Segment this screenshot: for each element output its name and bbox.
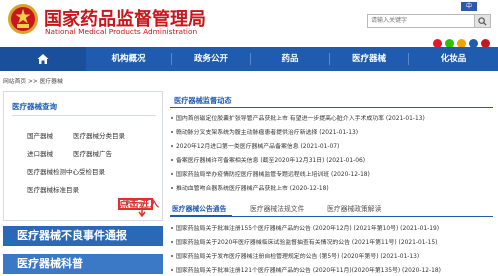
link-device-ads[interactable]: 医疗器械广告 xyxy=(73,148,112,158)
search-icon xyxy=(478,17,487,26)
search-button[interactable] xyxy=(475,14,491,28)
list-item[interactable]: 国内首创磁定位胶囊扩张导管产品获批上市 有望进一步提高心脏介入手术成功率 (20… xyxy=(170,113,493,123)
list-item[interactable]: 国家药监局关于批准注册121个医疗器械产品的公告 (2020年11月)(2020… xyxy=(170,265,493,275)
search-input[interactable]: 请输入关键字 xyxy=(367,14,475,28)
breadcrumb[interactable]: 网站首页 >> 医疗器械 xyxy=(3,76,63,85)
nav-item-about[interactable]: 机构概况 xyxy=(86,47,171,71)
site-header: 国家药品监督管理局 National Medical Products Admi… xyxy=(0,0,498,48)
science-banner[interactable]: 医疗器械科普 xyxy=(3,254,163,274)
site-subtitle: National Medical Products Administration xyxy=(45,27,198,36)
list-item[interactable]: 赣动脉分叉支架系统为腹主动脉瘤患者提供治疗新选择 (2021-01-13) xyxy=(170,127,493,137)
notice-tabs: 医疗器械公告通告 医疗器械法规文件 医疗器械政策解读 xyxy=(170,202,493,217)
nav-home[interactable] xyxy=(0,47,86,71)
list-item[interactable]: 国家药监局关于批准注册155个医疗器械产品的公告 (2020年12月) (202… xyxy=(170,223,493,233)
list-item[interactable]: 2020年12月进口第一类医疗器械产品备案信息 (2021-01-07) xyxy=(170,141,493,151)
tab-regulations[interactable]: 医疗器械法规文件 xyxy=(250,202,304,216)
link-standards-catalog[interactable]: 医疗器械标准目录 xyxy=(27,184,79,194)
link-domestic-devices[interactable]: 国产器械 xyxy=(27,130,53,140)
link-device-classification[interactable]: 医疗器械分类目录 xyxy=(73,130,125,140)
home-icon xyxy=(37,54,49,64)
arrow-down-icon xyxy=(138,207,146,217)
national-emblem-icon xyxy=(8,4,38,34)
social-share-bar xyxy=(433,33,493,48)
adverse-event-banner[interactable]: 医疗器械不良事件通报 xyxy=(3,226,163,246)
list-item[interactable]: 国家药监局关于发布医疗器械注册自检管理规定的公告 (第5号) (2020年第号)… xyxy=(170,251,493,261)
active-tab-indicator xyxy=(170,215,232,217)
dynamics-divider xyxy=(170,107,493,108)
list-item[interactable]: 推动血管吻合器系统医疗器械产品获批上市 (2020-12-18) xyxy=(170,183,493,193)
sidebar: 医疗器械查询 国产器械 医疗器械分类目录 进口器械 医疗器械广告 医疗器械检测中… xyxy=(3,91,163,276)
tab-policy-interpretation[interactable]: 医疗器械政策解读 xyxy=(327,202,381,216)
panel-divider xyxy=(12,115,156,116)
link-testing-center[interactable]: 医疗器械检测中心受检目录 xyxy=(27,166,105,176)
main-content: 医疗器械监督动态 国内首创磁定位胶囊扩张导管产品获批上市 有望进一步提高心脏介入… xyxy=(170,91,493,276)
nav-item-devices[interactable]: 医疗器械 xyxy=(330,47,408,71)
link-imported-devices[interactable]: 进口器械 xyxy=(27,148,53,158)
tab-notices[interactable]: 医疗器械公告通告 xyxy=(172,202,226,216)
language-switch-button[interactable]: 中 xyxy=(461,2,477,11)
list-item[interactable]: 备案医疗器械许可备案相关信息 (截至2020年12月31日) (2021-01-… xyxy=(170,155,493,165)
nav-item-drugs[interactable]: 药品 xyxy=(251,47,329,71)
list-item[interactable]: 国家药监局关于2020年医疗器械临床试验监督抽查有关情况的公告 (2021年第1… xyxy=(170,237,493,247)
list-item[interactable]: 国家药监局举办疫情防控医疗器械监管专题远程线上培训班 (2020-12-18) xyxy=(170,169,493,179)
dynamics-title[interactable]: 医疗器械监督动态 xyxy=(174,96,232,106)
nav-item-cosmetics[interactable]: 化妆品 xyxy=(409,47,498,71)
panel-heading: 医疗器械查询 xyxy=(12,102,57,111)
nav-item-government[interactable]: 政务公开 xyxy=(172,47,250,71)
main-nav: 机构概况 政务公开 药品 医疗器械 化妆品 xyxy=(0,47,498,71)
